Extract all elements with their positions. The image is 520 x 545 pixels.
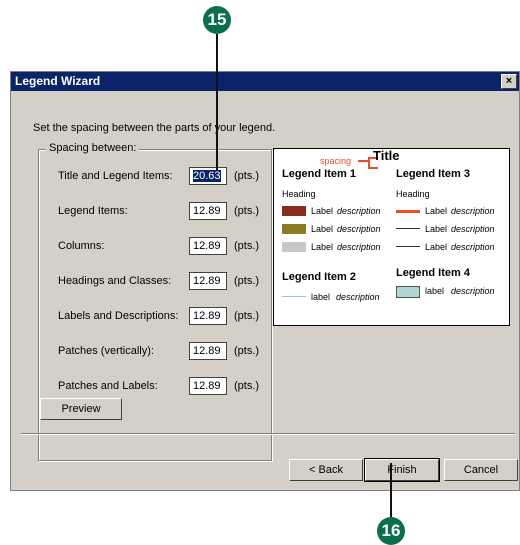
legend-wizard-window: Legend Wizard × Set the spacing between … [10, 71, 520, 491]
headings-classes-input[interactable]: 12.89 [189, 272, 227, 290]
preview-description: description [336, 292, 380, 302]
unit-label: (pts.) [234, 170, 260, 182]
preview-description: description [451, 224, 495, 234]
back-button[interactable]: < Back [289, 459, 363, 481]
teal-patch-swatch [396, 286, 420, 298]
black-line-symbol [396, 228, 420, 229]
preview-description: description [337, 224, 381, 234]
unit-label: (pts.) [234, 380, 260, 392]
preview-description: description [337, 242, 381, 252]
preview-title: Title [373, 148, 400, 163]
unit-label: (pts.) [234, 345, 260, 357]
preview-label: Label [425, 206, 448, 216]
preview-description: description [451, 242, 495, 252]
preview-heading-3: Heading [396, 189, 430, 199]
labels-descriptions-input[interactable]: 12.89 [189, 307, 227, 325]
preview-button[interactable]: Preview [40, 398, 122, 420]
cyan-line-symbol [282, 296, 306, 297]
legend-items-input[interactable]: 12.89 [189, 202, 227, 220]
preview-legend-item-1: Legend Item 1 [282, 168, 356, 180]
preview-description: description [451, 206, 495, 216]
preview-heading-1: Heading [282, 189, 316, 199]
input-value: 20.63 [193, 170, 221, 182]
label-columns: Columns: [58, 240, 105, 252]
finish-button[interactable]: Finish [364, 458, 440, 482]
columns-input[interactable]: 12.89 [189, 237, 227, 255]
window-title: Legend Wizard [15, 74, 101, 88]
preview-label-lower: label [425, 286, 445, 296]
preview-label-lower: label [311, 292, 331, 302]
spacing-marker-line [358, 160, 368, 162]
preview-label: Label [425, 224, 448, 234]
label-headings-and-classes: Headings and Classes: [58, 275, 172, 287]
preview-legend-item-2: Legend Item 2 [282, 271, 356, 283]
black-line-symbol [396, 246, 420, 247]
label-legend-items: Legend Items: [58, 205, 128, 217]
red-patch-swatch [282, 206, 306, 216]
instruction-text: Set the spacing between the parts of you… [33, 122, 276, 134]
button-separator [21, 433, 515, 435]
patches-labels-input[interactable]: 12.89 [189, 377, 227, 395]
callout-16: 16 [377, 517, 405, 545]
preview-label: Label [311, 242, 334, 252]
spacing-group-title: Spacing between: [46, 142, 140, 154]
cancel-button[interactable]: Cancel [444, 459, 518, 481]
callout-15-line [216, 34, 218, 170]
olive-patch-swatch [282, 224, 306, 234]
preview-spacing-label: spacing [320, 156, 352, 166]
preview-label: Label [425, 242, 448, 252]
title-legend-items-input[interactable]: 20.63 [189, 167, 227, 185]
callout-16-line [390, 463, 392, 517]
gray-patch-swatch [282, 242, 306, 252]
preview-description: description [451, 286, 495, 296]
unit-label: (pts.) [234, 240, 260, 252]
spacing-bracket-bottom [368, 167, 378, 169]
unit-label: (pts.) [234, 275, 260, 287]
orange-line-symbol [396, 210, 420, 213]
unit-label: (pts.) [234, 205, 260, 217]
unit-label: (pts.) [234, 310, 260, 322]
label-patches-vertically: Patches (vertically): [58, 345, 154, 357]
preview-legend-item-3: Legend Item 3 [396, 168, 470, 180]
label-patches-and-labels: Patches and Labels: [58, 380, 158, 392]
legend-preview-panel: spacing Title Legend Item 1 Legend Item … [273, 148, 510, 326]
preview-description: description [337, 206, 381, 216]
title-bar: Legend Wizard × [11, 72, 519, 91]
callout-15: 15 [203, 6, 231, 34]
preview-legend-item-4: Legend Item 4 [396, 267, 470, 279]
preview-label: Label [311, 206, 334, 216]
patches-vertically-input[interactable]: 12.89 [189, 342, 227, 360]
label-labels-and-descriptions: Labels and Descriptions: [58, 310, 179, 322]
label-title-and-legend-items: Title and Legend Items: [58, 170, 173, 182]
close-icon[interactable]: × [501, 74, 517, 89]
preview-label: Label [311, 224, 334, 234]
